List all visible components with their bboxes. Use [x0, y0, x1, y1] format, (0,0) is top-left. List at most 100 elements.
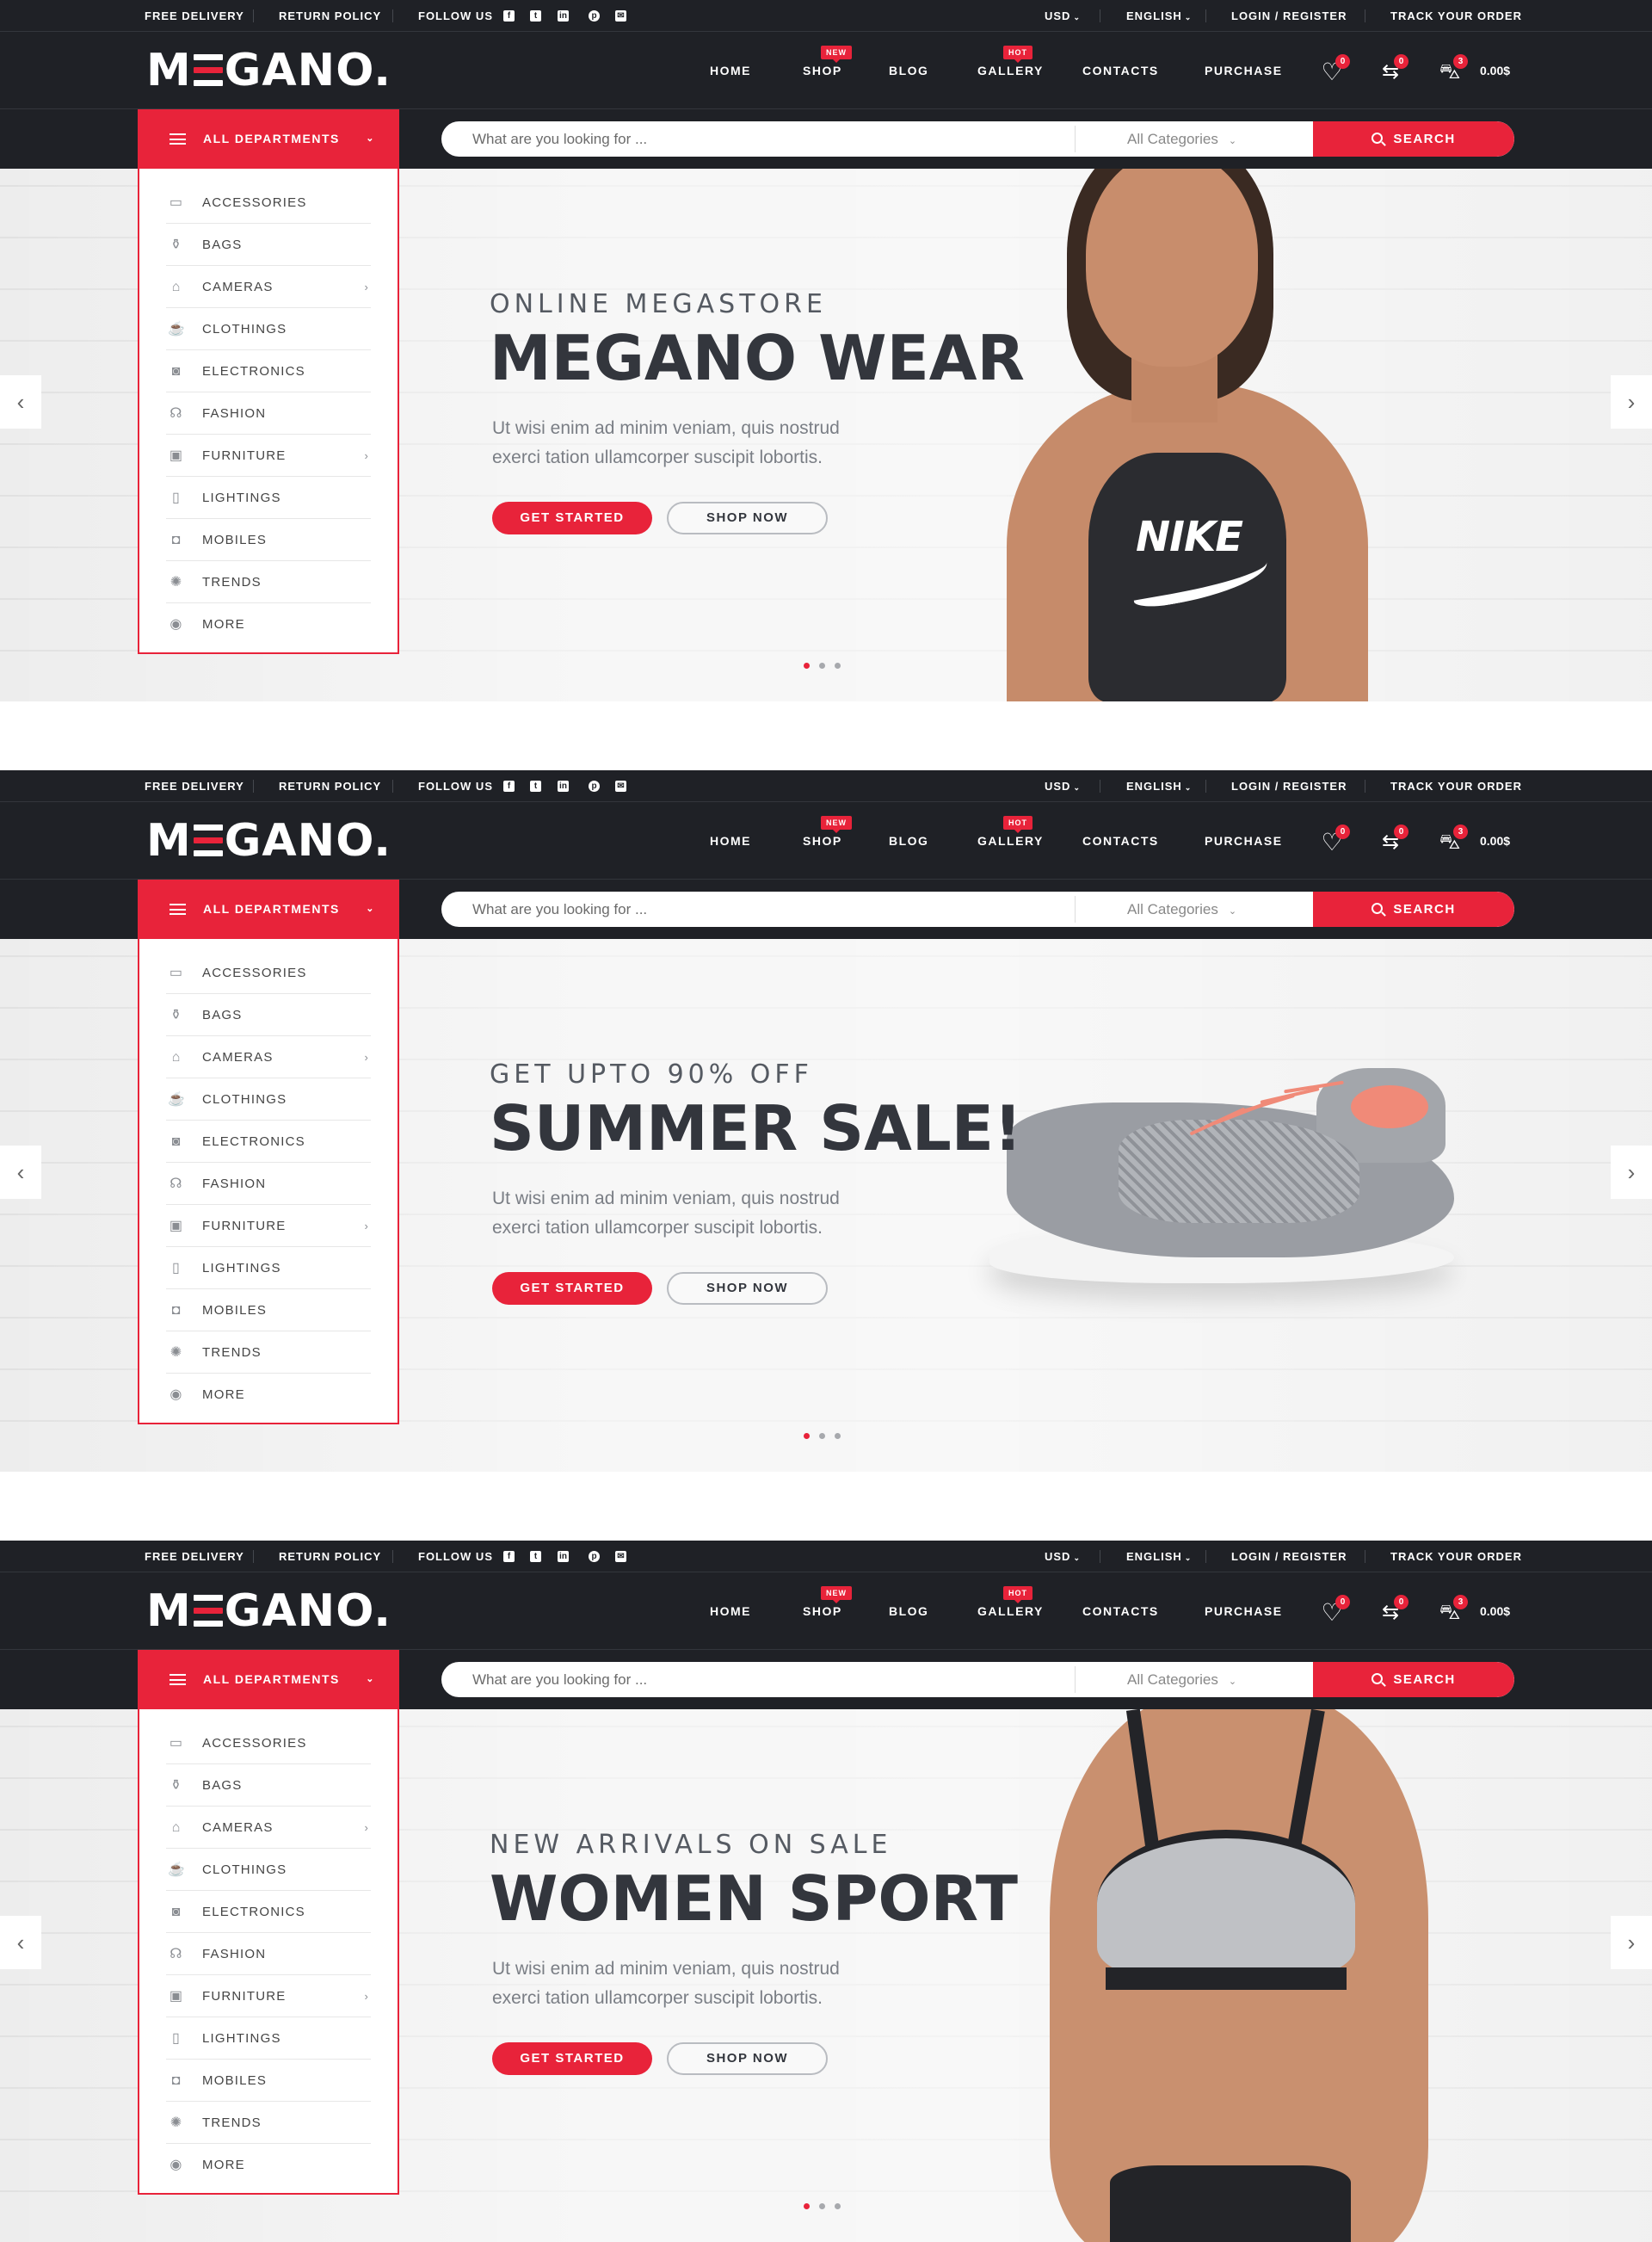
get-started-button[interactable]: GET STARTED — [492, 2042, 652, 2075]
nav-purchase[interactable]: PURCHASE — [1205, 802, 1283, 880]
slider-dot[interactable] — [835, 663, 841, 669]
department-item-electronics[interactable]: ◙ ELECTRONICS — [166, 1121, 371, 1163]
slider-next-button[interactable]: › — [1611, 1916, 1652, 1969]
nav-purchase[interactable]: PURCHASE — [1205, 32, 1283, 109]
department-item-furniture[interactable]: ▣ FURNITURE › — [166, 1205, 371, 1247]
nav-blog[interactable]: BLOG — [889, 32, 928, 109]
nav-gallery[interactable]: GALLERY — [977, 32, 1044, 109]
logo[interactable]: M GANO. — [146, 818, 391, 864]
slider-dot[interactable] — [835, 2203, 841, 2209]
department-item-lightings[interactable]: ▯ LIGHTINGS — [166, 1247, 371, 1289]
nav-home[interactable]: HOME — [710, 1572, 751, 1650]
facebook-icon[interactable]: f — [503, 1551, 515, 1562]
get-started-button[interactable]: GET STARTED — [492, 502, 652, 534]
department-item-bags[interactable]: ⚱ BAGS — [166, 1764, 371, 1807]
login-register-link[interactable]: LOGIN / REGISTER — [1231, 770, 1347, 802]
twitter-icon[interactable]: t — [530, 10, 541, 22]
search-input[interactable] — [441, 121, 1076, 157]
currency-select[interactable]: USD ⌄ — [1045, 770, 1081, 802]
linkedin-icon[interactable]: in — [558, 1551, 569, 1562]
return-policy-link[interactable]: RETURN POLICY — [279, 770, 381, 802]
get-started-button[interactable]: GET STARTED — [492, 1272, 652, 1305]
nav-contacts[interactable]: CONTACTS — [1082, 32, 1159, 109]
nav-home[interactable]: HOME — [710, 32, 751, 109]
compare-button[interactable]: ⇆ 0 — [1378, 54, 1409, 85]
department-item-more[interactable]: ◉ MORE — [166, 2144, 371, 2186]
language-select[interactable]: ENGLISH ⌄ — [1126, 1541, 1192, 1572]
department-item-cameras[interactable]: ⌂ CAMERAS › — [166, 266, 371, 308]
slider-dot[interactable] — [819, 1433, 825, 1439]
search-input[interactable] — [441, 892, 1076, 927]
department-item-clothings[interactable]: ☕ CLOTHINGS — [166, 1078, 371, 1121]
slider-dot[interactable] — [804, 2203, 810, 2209]
nav-blog[interactable]: BLOG — [889, 802, 928, 880]
all-departments-button[interactable]: ALL DEPARTMENTS ⌄ — [138, 880, 399, 939]
mail-icon[interactable]: ✉ — [615, 1551, 626, 1562]
slider-prev-button[interactable]: ‹ — [0, 1916, 41, 1969]
linkedin-icon[interactable]: in — [558, 781, 569, 792]
shop-now-button[interactable]: SHOP NOW — [667, 2042, 828, 2075]
department-item-mobiles[interactable]: ◘ MOBILES — [166, 1289, 371, 1331]
language-select[interactable]: ENGLISH ⌄ — [1126, 770, 1192, 802]
slider-dot[interactable] — [819, 2203, 825, 2209]
search-input[interactable] — [441, 1662, 1076, 1697]
wishlist-button[interactable]: ♡ 0 — [1319, 1595, 1350, 1626]
department-item-trends[interactable]: ✺ TRENDS — [166, 2102, 371, 2144]
department-item-cameras[interactable]: ⌂ CAMERAS › — [166, 1036, 371, 1078]
currency-select[interactable]: USD ⌄ — [1045, 0, 1081, 32]
category-select[interactable]: All Categories ⌄ — [1076, 892, 1311, 927]
department-item-trends[interactable]: ✺ TRENDS — [166, 561, 371, 603]
nav-gallery[interactable]: GALLERY — [977, 802, 1044, 880]
cart-button[interactable]: ⛍ 3 — [1437, 54, 1468, 85]
search-button[interactable]: SEARCH — [1313, 121, 1514, 157]
nav-shop[interactable]: SHOP — [803, 802, 842, 880]
wishlist-button[interactable]: ♡ 0 — [1319, 54, 1350, 85]
slider-dot[interactable] — [819, 663, 825, 669]
mail-icon[interactable]: ✉ — [615, 10, 626, 22]
cart-total[interactable]: 0.00$ — [1480, 32, 1510, 109]
currency-select[interactable]: USD ⌄ — [1045, 1541, 1081, 1572]
category-select[interactable]: All Categories ⌄ — [1076, 121, 1311, 157]
department-item-accessories[interactable]: ▭ ACCESSORIES — [166, 952, 371, 994]
slider-dot[interactable] — [835, 1433, 841, 1439]
department-item-electronics[interactable]: ◙ ELECTRONICS — [166, 350, 371, 392]
department-item-accessories[interactable]: ▭ ACCESSORIES — [166, 182, 371, 224]
linkedin-icon[interactable]: in — [558, 10, 569, 22]
mail-icon[interactable]: ✉ — [615, 781, 626, 792]
department-item-accessories[interactable]: ▭ ACCESSORIES — [166, 1722, 371, 1764]
nav-blog[interactable]: BLOG — [889, 1572, 928, 1650]
logo[interactable]: M GANO. — [146, 47, 391, 94]
slider-dot[interactable] — [804, 663, 810, 669]
pinterest-icon[interactable]: p — [589, 781, 600, 792]
department-item-mobiles[interactable]: ◘ MOBILES — [166, 2060, 371, 2102]
shop-now-button[interactable]: SHOP NOW — [667, 502, 828, 534]
free-delivery-link[interactable]: FREE DELIVERY — [145, 1541, 244, 1572]
slider-next-button[interactable]: › — [1611, 1146, 1652, 1199]
search-button[interactable]: SEARCH — [1313, 1662, 1514, 1697]
nav-purchase[interactable]: PURCHASE — [1205, 1572, 1283, 1650]
track-order-link[interactable]: TRACK YOUR ORDER — [1390, 1541, 1522, 1572]
department-item-electronics[interactable]: ◙ ELECTRONICS — [166, 1891, 371, 1933]
cart-button[interactable]: ⛍ 3 — [1437, 825, 1468, 855]
twitter-icon[interactable]: t — [530, 781, 541, 792]
department-item-bags[interactable]: ⚱ BAGS — [166, 224, 371, 266]
slider-next-button[interactable]: › — [1611, 375, 1652, 429]
nav-home[interactable]: HOME — [710, 802, 751, 880]
department-item-trends[interactable]: ✺ TRENDS — [166, 1331, 371, 1374]
return-policy-link[interactable]: RETURN POLICY — [279, 1541, 381, 1572]
department-item-furniture[interactable]: ▣ FURNITURE › — [166, 435, 371, 477]
department-item-lightings[interactable]: ▯ LIGHTINGS — [166, 477, 371, 519]
cart-total[interactable]: 0.00$ — [1480, 1572, 1510, 1650]
slider-prev-button[interactable]: ‹ — [0, 1146, 41, 1199]
department-item-fashion[interactable]: ☊ FASHION — [166, 1163, 371, 1205]
search-button[interactable]: SEARCH — [1313, 892, 1514, 927]
twitter-icon[interactable]: t — [530, 1551, 541, 1562]
pinterest-icon[interactable]: p — [589, 1551, 600, 1562]
login-register-link[interactable]: LOGIN / REGISTER — [1231, 1541, 1347, 1572]
track-order-link[interactable]: TRACK YOUR ORDER — [1390, 770, 1522, 802]
compare-button[interactable]: ⇆ 0 — [1378, 825, 1409, 855]
free-delivery-link[interactable]: FREE DELIVERY — [145, 0, 244, 32]
department-item-more[interactable]: ◉ MORE — [166, 1374, 371, 1416]
all-departments-button[interactable]: ALL DEPARTMENTS ⌄ — [138, 1650, 399, 1709]
department-item-clothings[interactable]: ☕ CLOTHINGS — [166, 1849, 371, 1891]
